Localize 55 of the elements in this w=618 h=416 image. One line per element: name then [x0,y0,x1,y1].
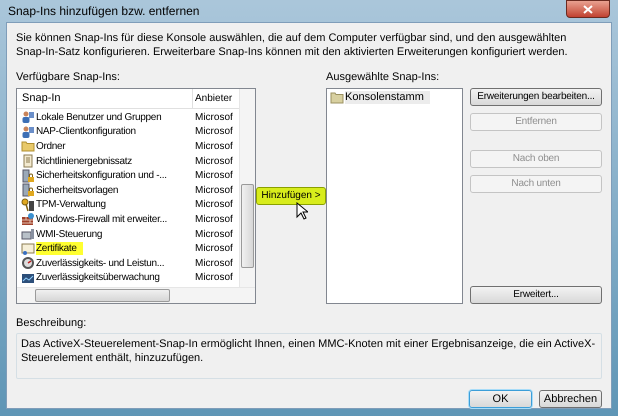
folder-icon [330,91,344,104]
cursor-icon [296,202,308,220]
window-title: Snap-Ins hinzufügen bzw. entfernen [7,3,200,20]
vendor-cell-text: Microsof [194,110,233,125]
snap-in-name[interactable]: Sicherheitsvorlagen [36,184,118,197]
snap-in-name[interactable]: Lokale Benutzer und Gruppen [36,110,162,124]
snap-in-name[interactable]: Richtlinienergebnissatz [36,154,132,168]
dialog-button[interactable]: Erweiterungen bearbeiten... [470,88,602,106]
add-button[interactable]: Hinzufügen > [256,187,326,205]
dialog-button[interactable]: Abbrechen [539,390,602,408]
vendor-cell-text: Microsof [194,256,233,271]
vendor-cell-text: Microsof [194,212,233,227]
vendor-cell-text: Microsof [194,198,233,212]
list-label: Ausgewählte Snap-Ins: [326,70,440,84]
vendor-cell-text: Microsof [194,154,233,169]
lock-icon [21,183,35,198]
snap-in-name[interactable]: Ordner [36,140,66,153]
lock-icon [21,168,35,183]
column-header[interactable]: Snap-In [17,89,193,108]
snap-in-name[interactable]: Zuverlässigkeitsüberwachung [36,271,160,284]
column-header[interactable]: Anbieter [193,89,232,108]
snap-in-name[interactable]: WMI-Steuerung [36,228,102,241]
tree-item[interactable]: Konsolenstamm [345,91,430,104]
users-icon [21,124,35,139]
snap-in-name[interactable]: Sicherheitskonfiguration und -... [36,169,167,182]
vendor-cell-text: Microsof [194,125,233,140]
vendor-cell-text: Microsof [194,242,233,256]
close-icon [583,4,593,14]
dialog-button[interactable]: Erweitert... [470,286,602,304]
key-icon [21,198,35,212]
computer-icon [21,227,35,242]
snap-in-name[interactable]: TPM-Verwaltung [36,198,106,212]
vendor-cell-text: Microsof [194,271,233,286]
close-button[interactable] [566,0,610,18]
vertical-scrollbar[interactable] [239,89,255,287]
brick-wall-icon [21,212,35,226]
horizontal-scrollbar[interactable] [17,287,255,303]
snap-in-name[interactable]: Windows-Firewall mit erweiter... [36,212,167,226]
vendor-cell-text: Microsof [194,140,233,154]
intro-text: Sie können Snap-Ins für diese Konsole auswählen, die auf dem Computer verfügbar sind, und den ausgewählten Snap-In-Satz konfigurieren. Erweiterbare Snap-Ins können mit den aktivierten Erweiterungen konfiguriert werden. [16,31,569,59]
dialog-button[interactable]: OK [469,390,532,408]
scroll-icon [21,154,35,168]
vendor-cell-text: Microsof [194,169,233,184]
snap-in-name[interactable]: NAP-Clientkonfiguration [36,125,136,138]
gauge-icon [21,256,35,270]
vendor-cell-text: Microsof [194,228,233,242]
certificate-icon [21,242,35,256]
description-label: Beschreibung: [16,316,88,330]
folder-icon [21,139,35,154]
snap-in-name[interactable]: Zuverlässigkeits- und Leistun... [36,256,164,270]
list-label: Verfügbare Snap-Ins: [16,70,121,84]
description-box: Das ActiveX-Steuerelement-Snap-In ermöglicht Ihnen, einen MMC-Knoten mit einer Ergebnisanzeige, die ein ActiveX-Steuerelement enthält, hinzuzufügen. [16,333,602,379]
users-icon [21,110,35,124]
snap-in-name[interactable]: Zertifikate [36,242,83,256]
vendor-cell-text: Microsof [194,184,233,198]
